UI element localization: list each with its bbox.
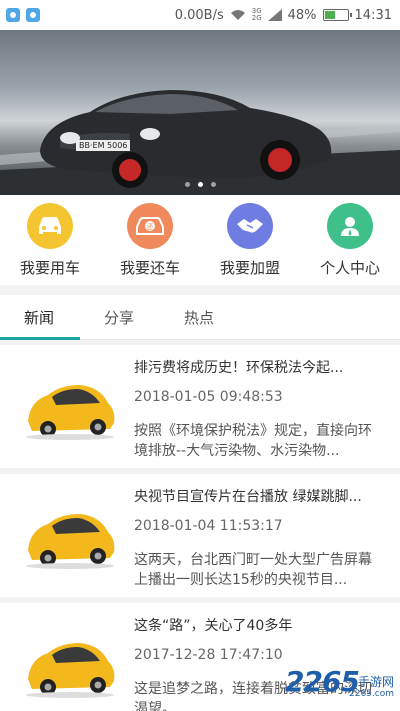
news-time: 2017-12-28 17:47:10: [134, 647, 283, 663]
carousel-indicator: [0, 182, 400, 187]
handshake-icon: [227, 203, 273, 249]
action-use-car[interactable]: 我要用车: [0, 195, 100, 285]
car-icon: [27, 203, 73, 249]
carousel-dot[interactable]: [210, 182, 216, 187]
news-tabs: 新闻 分享 热点: [0, 295, 400, 340]
action-label: 我要还车: [119, 259, 180, 277]
news-title: 排污费将成历史！环保税法今起...: [134, 360, 344, 376]
carousel-dot[interactable]: [197, 182, 203, 187]
quick-actions: 我要用车 还 我要还车 我要加盟 个人中心: [0, 195, 400, 285]
site-watermark: 2265 手游网 2265.com: [285, 661, 400, 711]
app-screen: 0.00B/s 3G 2G 48% 14:31 BB·EM 5006 我要用车 …: [0, 0, 400, 711]
battery-icon: [322, 9, 352, 21]
user-icon: [327, 203, 373, 249]
action-return-car[interactable]: 还 我要还车: [100, 195, 200, 285]
signal-icon: [267, 9, 282, 21]
notification-icons: [6, 8, 40, 22]
clock: 14:31: [354, 7, 392, 23]
tab-news[interactable]: 新闻: [24, 307, 54, 328]
news-summary: 这两天，台北西门町一处大型广告屏幕上播出一则长达15秒的央视节目...: [134, 552, 372, 588]
sports-car-image: [0, 90, 400, 195]
watermark-number: 2265: [285, 665, 360, 698]
news-item[interactable]: 央视节目宣传片在台播放 绿媒跳脚... 2018-01-04 11:53:17 …: [0, 474, 400, 597]
carousel-dot[interactable]: [184, 182, 190, 187]
news-title: 这条“路”，关心了40多年: [134, 618, 293, 634]
news-list: 排污费将成历史！环保税法今起... 2018-01-05 09:48:53 按照…: [0, 345, 400, 711]
news-summary: 按照《环境保护税法》规定，直接向环境排放--大气污染物、水污染物...: [134, 423, 372, 459]
wifi-icon: [230, 9, 246, 21]
status-bar: 0.00B/s 3G 2G 48% 14:31: [0, 0, 400, 30]
notification-app-icon: [6, 8, 20, 22]
svg-text:还: 还: [147, 223, 154, 231]
battery-percent: 48%: [287, 7, 317, 23]
watermark-sub: 2265.com: [349, 689, 394, 699]
car-thumbnail: [26, 514, 115, 569]
action-label: 我要用车: [19, 259, 80, 277]
notification-app-icon: [26, 8, 40, 22]
action-label: 个人中心: [319, 259, 380, 277]
news-time: 2018-01-04 11:53:17: [134, 518, 283, 534]
news-time: 2018-01-05 09:48:53: [134, 389, 283, 405]
watermark-text: 手游网: [357, 675, 394, 689]
action-profile[interactable]: 个人中心: [300, 195, 400, 285]
network-speed: 0.00B/s: [174, 7, 224, 23]
status-right: 0.00B/s 3G 2G 48% 14:31: [175, 0, 392, 30]
action-join[interactable]: 我要加盟: [200, 195, 300, 285]
car-thumbnail: [26, 385, 115, 440]
license-plate: BB·EM 5006: [76, 140, 131, 151]
tab-hot[interactable]: 热点: [184, 307, 214, 328]
active-tab-indicator: [0, 337, 80, 340]
car-thumbnail: [26, 643, 115, 698]
action-label: 我要加盟: [219, 259, 280, 277]
return-car-icon: 还: [127, 203, 173, 249]
banner-carousel[interactable]: BB·EM 5006: [0, 30, 400, 195]
news-title: 央视节目宣传片在台播放 绿媒跳脚...: [134, 489, 362, 505]
network-type: 3G 2G: [251, 7, 262, 22]
news-item[interactable]: 排污费将成历史！环保税法今起... 2018-01-05 09:48:53 按照…: [0, 345, 400, 468]
tab-share[interactable]: 分享: [104, 307, 134, 328]
